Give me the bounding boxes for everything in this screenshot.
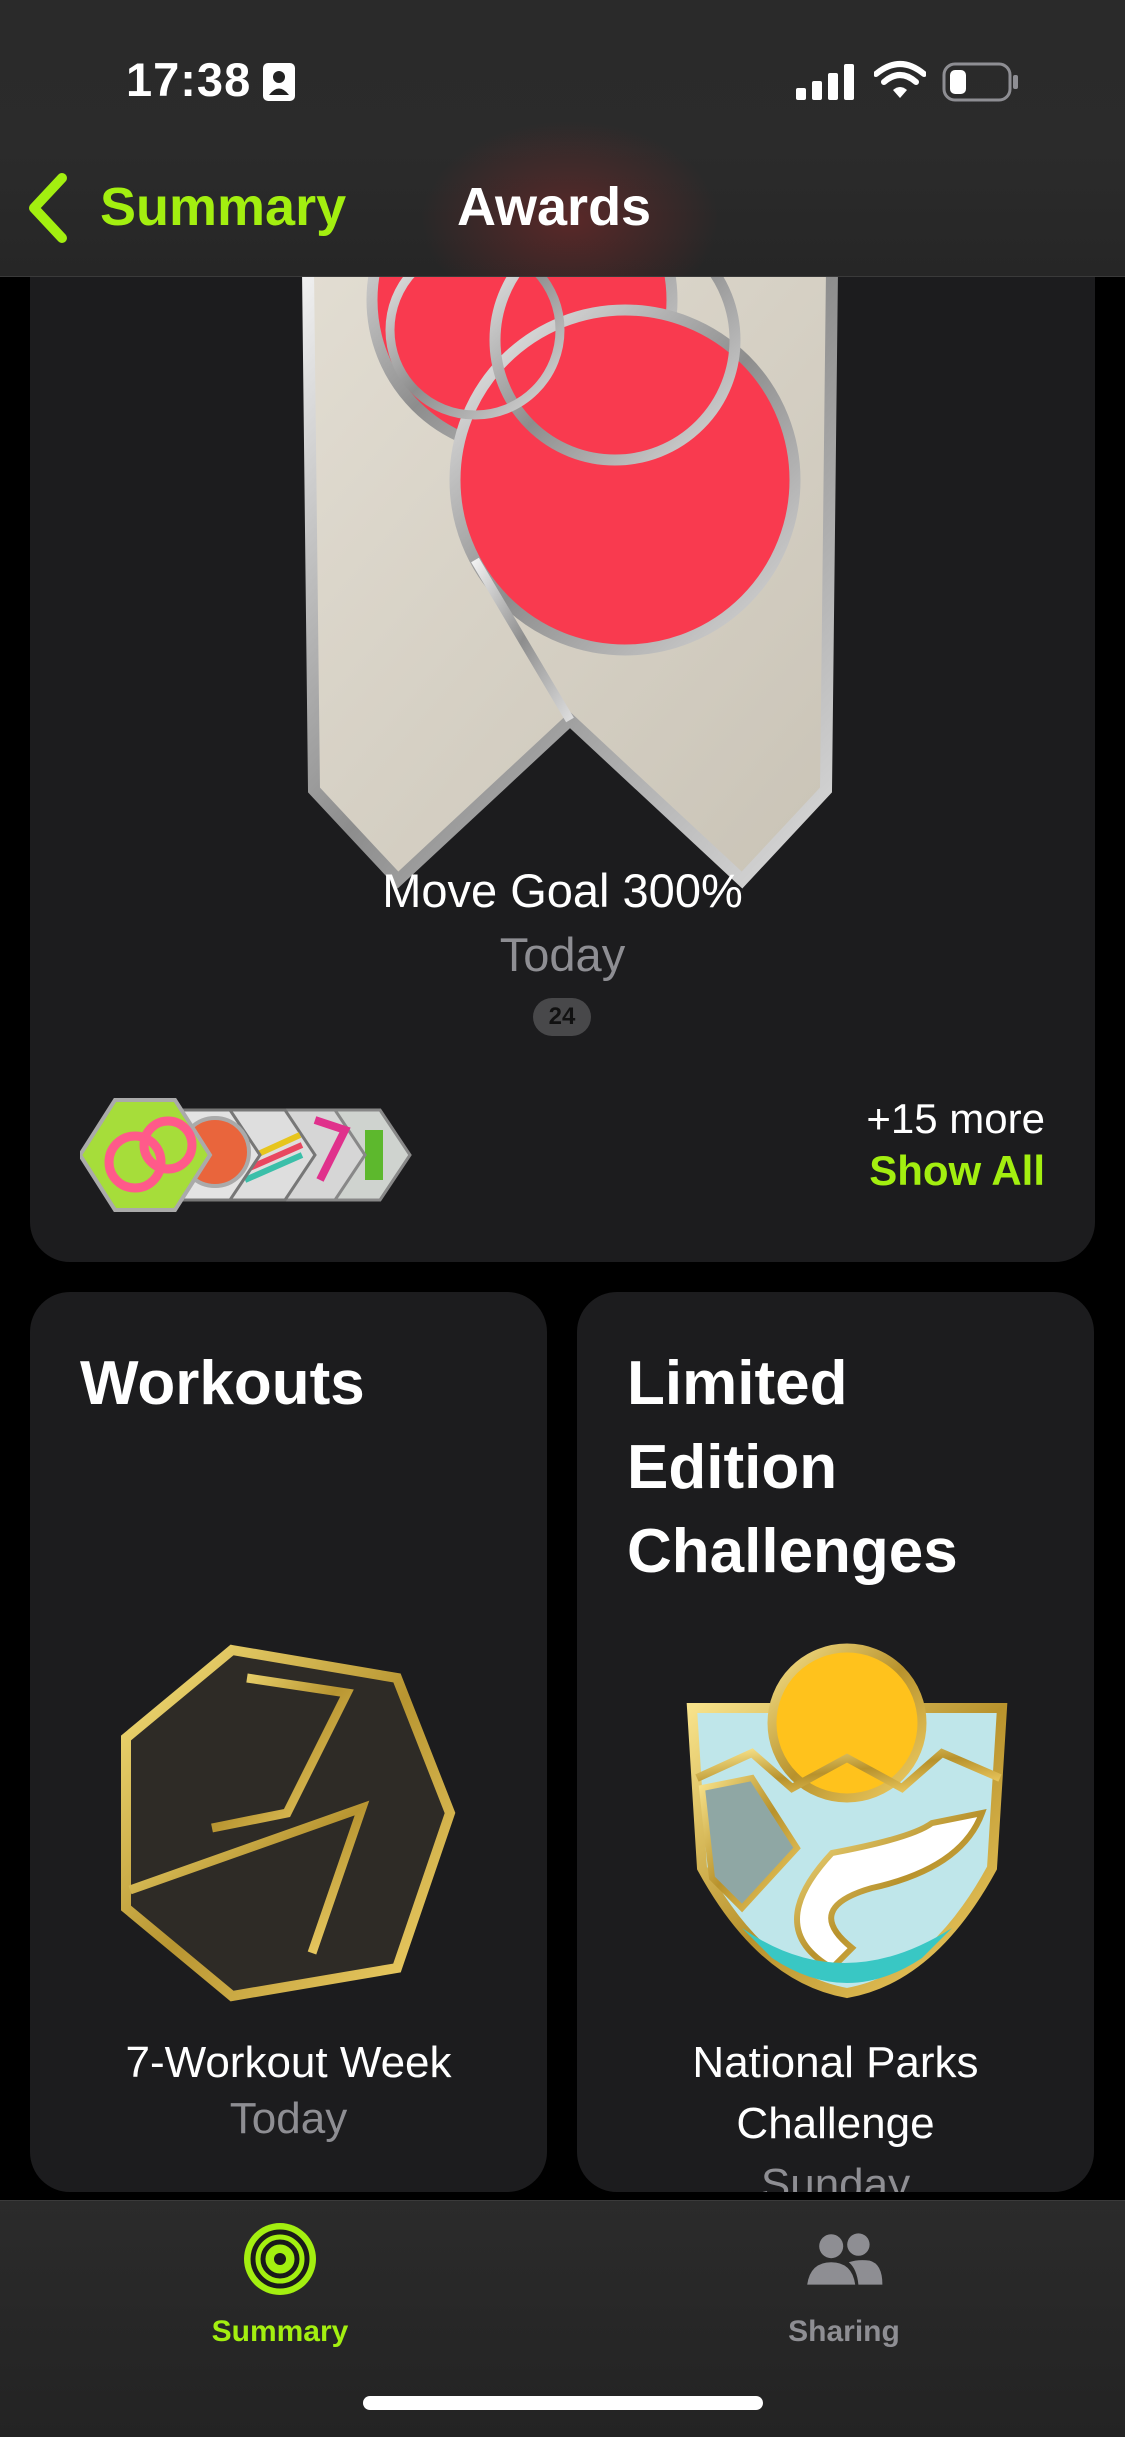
recent-awards-stack[interactable] (80, 1090, 500, 1220)
limited-edition-card[interactable]: Limited Edition Challenges National Park… (577, 1292, 1094, 2192)
heading-line: Edition (627, 1433, 838, 1502)
heading-line: Challenges (627, 1517, 958, 1586)
home-indicator[interactable] (363, 2396, 763, 2410)
tab-sharing[interactable]: Sharing (714, 2219, 974, 2369)
featured-award-title: Move Goal 300% (382, 864, 743, 917)
tab-label: Summary (211, 2315, 349, 2348)
limited-award-title-line: National Parks (692, 2038, 979, 2087)
workouts-card[interactable]: Workouts 7-Workout Week Today (30, 1292, 547, 2192)
workouts-award-date: Today (229, 2094, 348, 2143)
national-parks-badge-icon (686, 1643, 1008, 1999)
wifi-icon (874, 61, 926, 98)
back-button[interactable]: Summary (100, 176, 346, 238)
tab-label: Sharing (788, 2315, 900, 2348)
limited-award-date: Sunday (760, 2160, 911, 2192)
workouts-heading: Workouts (80, 1349, 365, 1418)
more-awards-count: +15 more (866, 1095, 1045, 1142)
status-bar: 17:38 (0, 0, 1125, 160)
back-chevron-icon[interactable] (24, 172, 72, 244)
award-count-badge: 24 (533, 998, 591, 1036)
battery-icon (942, 62, 1018, 102)
limited-award-title: National Parks Challenge (577, 2032, 1094, 2154)
page-title: Awards (457, 177, 652, 237)
featured-award-card[interactable]: Move Goal 300% Today 24 +15 more Show Al… (30, 180, 1095, 1262)
status-time: 17:38 (126, 53, 252, 106)
contact-card-icon (263, 63, 295, 101)
cellular-signal-icon (796, 64, 854, 100)
activity-rings-icon (244, 2223, 316, 2295)
tab-summary[interactable]: Summary (150, 2219, 410, 2369)
heading-line: Limited (627, 1349, 848, 1418)
limited-edition-heading: Limited Edition Challenges (627, 1342, 958, 1594)
limited-award-title-line: Challenge (736, 2099, 935, 2148)
show-all-button[interactable]: Show All (869, 1147, 1045, 1195)
featured-award-date: Today (499, 928, 626, 981)
workouts-award-title: 7-Workout Week (125, 2038, 452, 2087)
workout-week-badge-icon (121, 1644, 456, 2002)
people-icon (807, 2233, 883, 2285)
